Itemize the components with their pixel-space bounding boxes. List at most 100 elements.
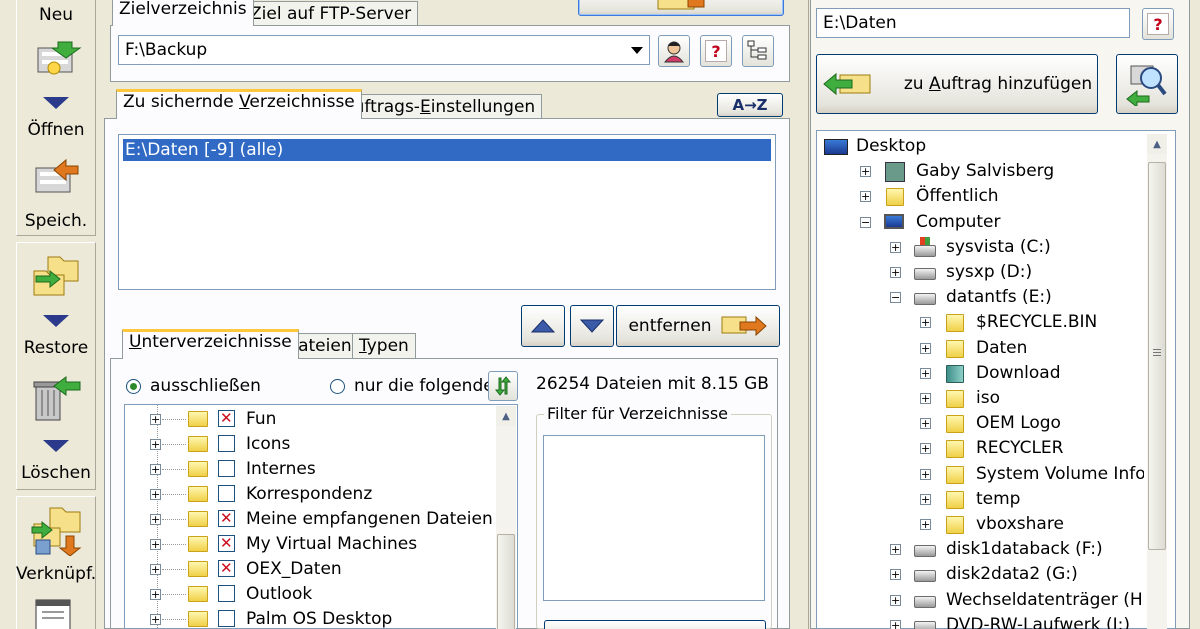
expand-plus-icon[interactable]: + xyxy=(890,594,901,606)
expand-plus-icon[interactable]: + xyxy=(920,342,931,354)
list-item[interactable]: + Korrespondenz xyxy=(150,482,490,507)
expand-plus-icon[interactable]: + xyxy=(920,367,931,379)
filter-action-button[interactable] xyxy=(544,620,766,629)
save-job-icon[interactable] xyxy=(34,158,79,198)
exclude-checkbox[interactable] xyxy=(218,531,235,556)
tree-item[interactable]: + iso xyxy=(914,386,1144,411)
expand-plus-icon[interactable]: + xyxy=(890,267,901,278)
target-help-button[interactable]: ? xyxy=(700,35,732,67)
tree-item[interactable]: + disk1databack (F:) xyxy=(884,537,1144,562)
expand-plus-icon[interactable]: + xyxy=(150,539,161,550)
exclude-checkbox[interactable] xyxy=(218,556,235,581)
backup-dir-list[interactable]: E:\Daten [-9] (alle) xyxy=(118,134,776,290)
tree-item[interactable]: + disk2data2 (G:) xyxy=(884,562,1144,587)
tree-item[interactable]: + vboxshare xyxy=(914,512,1144,537)
invert-button[interactable] xyxy=(488,371,518,401)
expand-plus-icon[interactable]: + xyxy=(150,514,161,525)
exclude-checkbox[interactable] xyxy=(218,585,235,602)
chevron-down-icon[interactable] xyxy=(631,47,643,54)
tree-item[interactable]: + Wechseldatenträger (H:) xyxy=(884,588,1144,613)
expand-plus-icon[interactable]: + xyxy=(920,468,931,480)
source-path-field[interactable]: E:\Daten xyxy=(816,8,1130,38)
link-icon[interactable] xyxy=(30,506,82,557)
start-backup-button[interactable] xyxy=(578,0,784,16)
expand-plus-icon[interactable]: + xyxy=(890,619,901,629)
tree-item[interactable]: + $RECYCLE.BIN xyxy=(914,310,1144,335)
target-path-combo[interactable]: F:\Backup xyxy=(118,35,650,65)
tree-item[interactable]: + sysxp (D:) xyxy=(884,260,1144,285)
log-icon[interactable] xyxy=(34,598,74,629)
tree-item[interactable]: + RECYCLER xyxy=(914,436,1144,461)
list-item[interactable]: + Internes xyxy=(150,457,490,482)
user-button[interactable] xyxy=(658,35,690,67)
add-to-job-button[interactable]: zu Auftrag hinzufügen xyxy=(816,54,1098,114)
source-help-button[interactable]: ? xyxy=(1142,8,1174,40)
list-item[interactable]: E:\Daten [-9] (alle) xyxy=(123,139,771,161)
tab-job-settings[interactable]: Auftrags-Einstellungen xyxy=(335,94,543,120)
exclude-radio[interactable] xyxy=(126,379,141,394)
tree-item[interactable]: − Computer xyxy=(854,210,1144,235)
exclude-checkbox[interactable] xyxy=(218,610,235,627)
expand-plus-icon[interactable]: + xyxy=(890,241,901,253)
list-item[interactable]: + Outlook xyxy=(150,582,490,607)
expand-plus-icon[interactable]: + xyxy=(920,443,931,455)
tab-target-dir[interactable]: Zielverzeichnis xyxy=(112,0,254,26)
tree-item[interactable]: + Öffentlich xyxy=(854,184,1144,209)
tree-item[interactable]: + sysvista (C:) xyxy=(884,235,1144,260)
move-down-button[interactable] xyxy=(570,305,614,347)
expand-plus-icon[interactable]: + xyxy=(890,569,901,581)
list-item[interactable]: + Fun xyxy=(150,406,490,432)
expand-plus-icon[interactable]: + xyxy=(890,544,901,556)
expand-plus-icon[interactable]: + xyxy=(150,439,161,450)
tree-item[interactable]: + Daten xyxy=(914,336,1144,361)
expand-plus-icon[interactable]: + xyxy=(920,493,931,505)
save-button[interactable]: Speich. xyxy=(16,211,96,231)
tree-item[interactable]: + Download xyxy=(914,361,1144,386)
scroll-up-arrow-icon[interactable]: ▲ xyxy=(1147,134,1167,154)
tree-item[interactable]: + DVD-RW-Laufwerk (I:) xyxy=(884,613,1144,629)
list-item[interactable]: + My Virtual Machines xyxy=(150,531,490,557)
tab-target-ftp[interactable]: Ziel auf FTP-Server xyxy=(243,1,419,27)
exclude-checkbox[interactable] xyxy=(218,435,235,452)
collapse-minus-icon[interactable]: − xyxy=(860,216,871,228)
list-item[interactable]: + Meine empfangenen Dateien xyxy=(150,506,493,532)
scrollbar-thumb[interactable] xyxy=(1148,162,1166,550)
remove-button[interactable]: entfernen xyxy=(616,305,780,347)
exclude-checkbox[interactable] xyxy=(218,485,235,502)
expand-plus-icon[interactable]: + xyxy=(150,589,161,600)
delete-button[interactable]: Löschen xyxy=(16,463,96,483)
move-up-button[interactable] xyxy=(521,305,565,347)
tab-subdirs[interactable]: Unterverzeichnisse xyxy=(122,329,299,359)
filter-list[interactable] xyxy=(543,435,765,601)
tree-item[interactable]: + System Volume Informatior xyxy=(914,462,1144,487)
expand-plus-icon[interactable]: + xyxy=(920,519,931,530)
restore-icon[interactable] xyxy=(30,251,79,296)
open-button[interactable]: Öffnen xyxy=(16,120,96,140)
find-add-button[interactable] xyxy=(1116,54,1178,114)
expand-plus-icon[interactable]: + xyxy=(150,489,161,500)
tree-item[interactable]: + Gaby Salvisberg xyxy=(854,159,1144,184)
new-job-icon[interactable] xyxy=(36,40,82,80)
tree-item[interactable]: Desktop xyxy=(824,134,1144,159)
expand-plus-icon[interactable]: + xyxy=(920,317,931,329)
source-scrollbar[interactable]: ▲ xyxy=(1147,134,1167,629)
expand-plus-icon[interactable]: + xyxy=(150,614,161,625)
tree-item[interactable]: + temp xyxy=(914,487,1144,512)
expand-plus-icon[interactable]: + xyxy=(860,166,871,178)
sort-button[interactable]: A→Z xyxy=(717,93,783,117)
exclude-checkbox[interactable] xyxy=(218,406,235,431)
exclude-checkbox[interactable] xyxy=(218,506,235,531)
tree-view-button[interactable] xyxy=(742,35,774,67)
scrollbar-thumb[interactable] xyxy=(497,534,515,629)
only-following-radio[interactable] xyxy=(330,379,345,394)
expand-plus-icon[interactable]: + xyxy=(150,564,161,575)
expand-plus-icon[interactable]: + xyxy=(150,414,161,425)
restore-button[interactable]: Restore xyxy=(16,338,96,358)
tab-dirs-to-backup[interactable]: Zu sichernde Verzeichnisse xyxy=(116,89,362,119)
tree-item[interactable]: + OEM Logo xyxy=(914,411,1144,436)
subdir-scrollbar[interactable]: ▲ xyxy=(496,406,516,629)
link-button[interactable]: Verknüpf. xyxy=(16,564,96,584)
list-item[interactable]: + Palm OS Desktop xyxy=(150,607,490,629)
collapse-minus-icon[interactable]: − xyxy=(890,292,901,304)
tab-types[interactable]: Typen xyxy=(352,333,416,359)
